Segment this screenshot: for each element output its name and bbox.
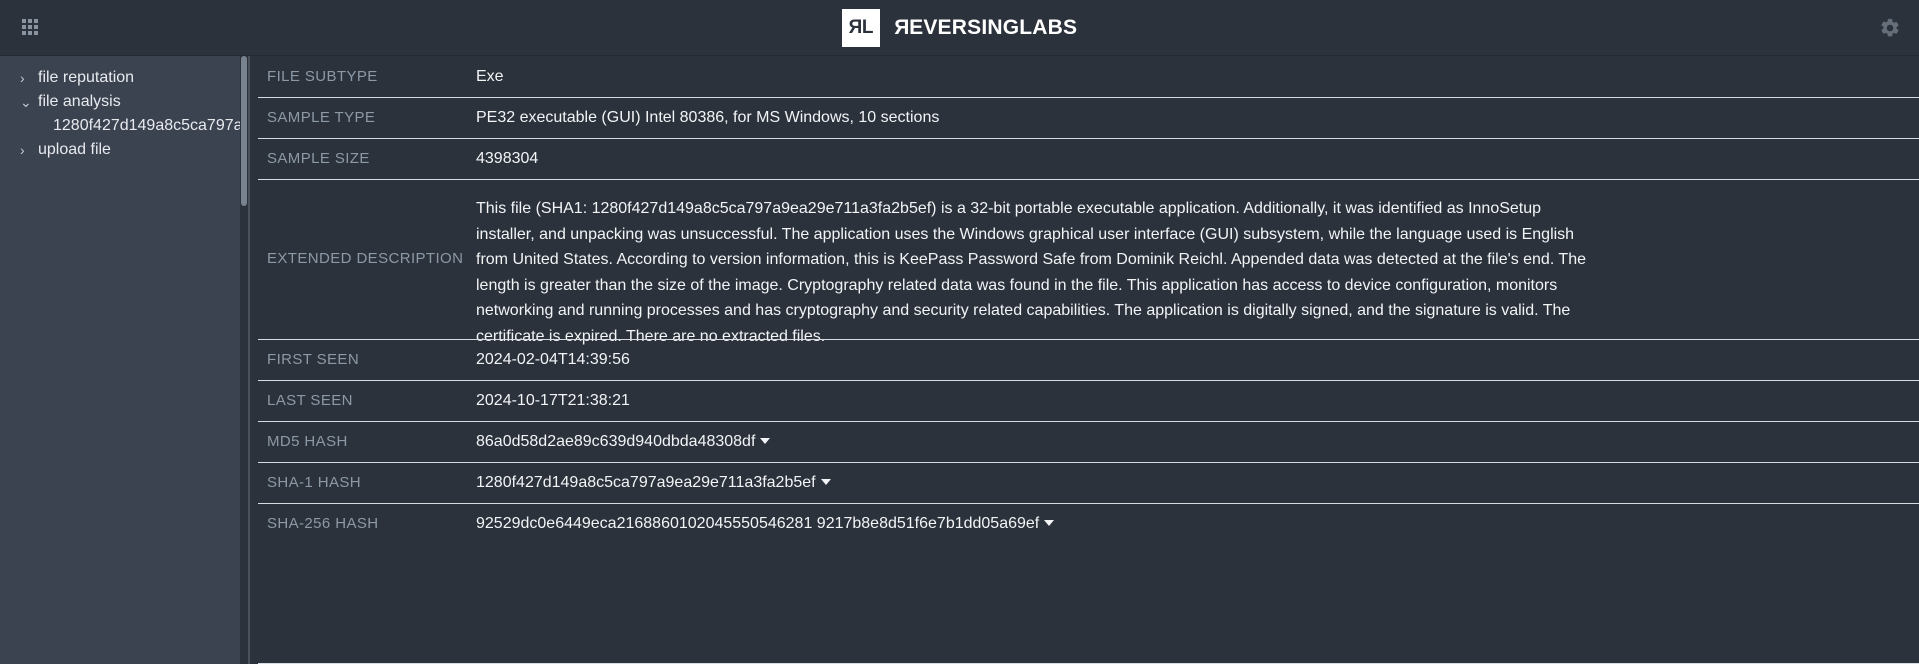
row-label: SAMPLE TYPE bbox=[267, 109, 376, 126]
sidebar-item-label: 1280f427d149a8c5ca797a bbox=[53, 117, 240, 134]
hash-value: 92529dc0e6449eca2168860102045550546281 9… bbox=[476, 515, 1040, 532]
row-value: 4398304 bbox=[476, 150, 539, 167]
row-value: This file (SHA1: 1280f427d149a8c5ca797a9… bbox=[476, 179, 1919, 350]
sidebar-scrollbar-thumb[interactable] bbox=[241, 56, 247, 206]
row-label: SHA-1 HASH bbox=[267, 474, 362, 491]
top-header-bar: RL REVERSINGLABS bbox=[0, 0, 1919, 56]
table-row: FILE SUBTYPE Exe bbox=[250, 56, 1919, 97]
table-row-extended-description: EXTENDED DESCRIPTION This file (SHA1: 12… bbox=[250, 179, 1919, 345]
sidebar-item-label: upload file bbox=[38, 141, 111, 158]
sidebar-item-file-analysis[interactable]: ⌄ file analysis bbox=[0, 90, 240, 114]
chevron-down-icon[interactable] bbox=[760, 438, 771, 444]
brand-name-text: REVERSINGLABS bbox=[893, 16, 1078, 39]
chevron-right-icon: › bbox=[20, 142, 25, 158]
table-row: MD5 HASH 86a0d58d2ae89c639d940dbda48308d… bbox=[250, 421, 1919, 462]
hash-value: 86a0d58d2ae89c639d940dbda48308df bbox=[476, 433, 756, 450]
chevron-down-icon: ⌄ bbox=[20, 93, 32, 110]
row-value: 2024-10-17T21:38:21 bbox=[476, 392, 630, 409]
table-row: SAMPLE TYPE PE32 executable (GUI) Intel … bbox=[250, 97, 1919, 138]
row-label: SAMPLE SIZE bbox=[267, 150, 370, 167]
description-line: from United States. According to version… bbox=[476, 251, 1586, 269]
chevron-down-icon[interactable] bbox=[820, 479, 831, 485]
row-value: PE32 executable (GUI) Intel 80386, for M… bbox=[476, 109, 940, 126]
table-row: SAMPLE SIZE 4398304 bbox=[250, 138, 1919, 179]
table-row: FIRST SEEN 2024-02-04T14:39:56 bbox=[250, 339, 1919, 380]
gear-icon[interactable] bbox=[1879, 17, 1901, 39]
row-label: FILE SUBTYPE bbox=[267, 68, 378, 85]
row-label: FIRST SEEN bbox=[267, 351, 360, 368]
brand-mark-icon: RL bbox=[841, 9, 880, 47]
row-label: EXTENDED DESCRIPTION bbox=[267, 250, 464, 267]
description-line: This file (SHA1: 1280f427d149a8c5ca797a9… bbox=[476, 200, 1542, 217]
sidebar-item-label: file analysis bbox=[38, 93, 121, 110]
row-label: LAST SEEN bbox=[267, 392, 353, 409]
description-line: length is greater than the size of the i… bbox=[476, 276, 1558, 294]
hash-value: 1280f427d149a8c5ca797a9ea29e711a3fa2b5ef bbox=[476, 474, 816, 491]
sidebar-scrollbar[interactable] bbox=[240, 56, 248, 664]
file-details-table: FILE SUBTYPE Exe SAMPLE TYPE PE32 execut… bbox=[250, 56, 1919, 664]
row-value: Exe bbox=[476, 68, 504, 85]
row-label: MD5 HASH bbox=[267, 433, 348, 450]
description-line: networking and running processes and has… bbox=[476, 302, 1571, 320]
row-value: 92529dc0e6449eca2168860102045550546281 9… bbox=[476, 503, 1919, 544]
chevron-down-icon[interactable] bbox=[1044, 520, 1055, 526]
row-label: SHA-256 HASH bbox=[267, 515, 379, 532]
navigation-sidebar: › file reputation ⌄ file analysis 1280f4… bbox=[0, 56, 240, 664]
row-value: 86a0d58d2ae89c639d940dbda48308df bbox=[476, 421, 1919, 462]
sidebar-item-label: file reputation bbox=[38, 69, 135, 86]
chevron-right-icon: › bbox=[20, 70, 25, 86]
sidebar-item-upload-file[interactable]: › upload file bbox=[0, 138, 240, 162]
app-window: RL REVERSINGLABS › file reputation ⌄ fil… bbox=[0, 0, 1919, 664]
row-value: 1280f427d149a8c5ca797a9ea29e711a3fa2b5ef bbox=[476, 462, 1919, 503]
grid-apps-icon[interactable] bbox=[22, 19, 42, 37]
table-row: SHA-1 HASH 1280f427d149a8c5ca797a9ea29e7… bbox=[250, 462, 1919, 503]
table-row: SHA-256 HASH 92529dc0e6449eca21688601020… bbox=[250, 503, 1919, 544]
table-row: LAST SEEN 2024-10-17T21:38:21 bbox=[250, 380, 1919, 421]
sidebar-item-file-reputation[interactable]: › file reputation bbox=[0, 66, 240, 90]
brand-logo: RL REVERSINGLABS bbox=[0, 0, 1919, 56]
row-value: 2024-02-04T14:39:56 bbox=[476, 351, 630, 368]
sidebar-item-sample-hash[interactable]: 1280f427d149a8c5ca797a bbox=[0, 114, 240, 138]
description-line: installer, and unpacking was unsuccessfu… bbox=[476, 225, 1575, 243]
